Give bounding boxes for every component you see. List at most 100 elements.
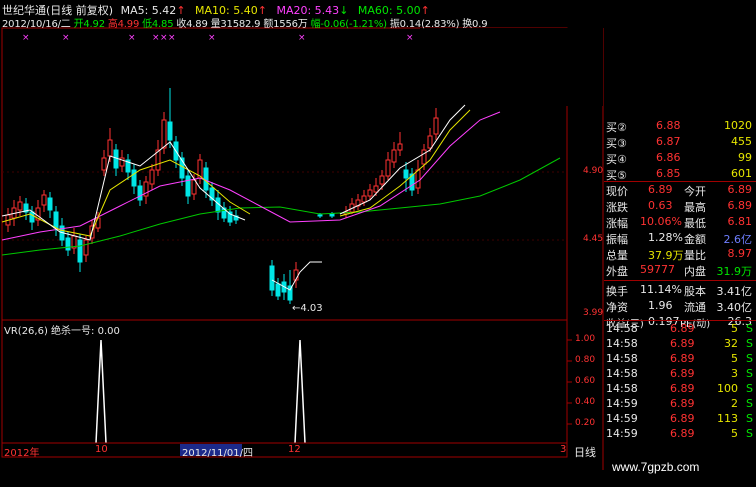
quote-label: 外盘 <box>606 265 628 278</box>
tick-time: 14:58 <box>606 382 638 395</box>
period-tab-daily[interactable]: 日线 <box>574 444 596 460</box>
quote-value: 6.81 <box>727 215 753 228</box>
quote-value: 0.63 <box>648 199 673 212</box>
tick-side: S <box>746 397 753 410</box>
bid-price: 6.86 <box>656 151 681 164</box>
tick-volume: 100 <box>717 382 738 395</box>
tick-time: 14:58 <box>606 322 638 335</box>
fundamental-label: 股本 <box>684 285 706 298</box>
candle-body <box>41 194 47 206</box>
candle-body <box>373 185 379 193</box>
candle-body <box>77 239 83 263</box>
tick-price: 6.89 <box>670 412 695 425</box>
bid-price: 6.85 <box>656 167 681 180</box>
fundamental-label: 换手 <box>606 285 628 298</box>
fundamental-row: 换手 11.14% 股本 3.41亿 <box>604 283 754 299</box>
candle-body <box>269 265 275 291</box>
signal-marker-icon: × <box>208 33 216 43</box>
tick-row: 14:58 6.89 5 S <box>604 322 756 337</box>
candle-body <box>361 195 367 203</box>
fundamental-value: 3.41亿 <box>716 285 753 298</box>
candle-body <box>131 169 137 187</box>
candle-body <box>397 143 403 151</box>
candle-body <box>203 167 209 191</box>
indicator-axis-label: 0.20 <box>575 418 596 428</box>
candle-body <box>379 175 385 185</box>
fundamental-value: 3.40亿 <box>716 301 753 314</box>
tick-volume: 3 <box>731 367 738 380</box>
ma-lines-group <box>1 104 561 291</box>
high-value: 高4.99 <box>107 19 140 30</box>
quote-label: 金额 <box>684 233 706 246</box>
quote-label: 现价 <box>606 185 628 198</box>
bid-row[interactable]: 买③ 6.87 455 <box>604 135 754 151</box>
bid-volume: 455 <box>731 135 752 148</box>
price-axis-label: 4.45 <box>583 234 604 244</box>
fundamental-label: 净资 <box>606 301 628 314</box>
quote-row: 外盘 59777 内盘 31.9万 <box>604 263 754 279</box>
quote-value: 6.89 <box>727 183 753 196</box>
quote-row: 总量 37.9万 量比 8.97 <box>604 247 754 263</box>
signal-marker-icon: × <box>62 33 70 43</box>
bid-label: 买④ <box>606 153 627 166</box>
volume-value: 量31582.9 <box>210 19 261 30</box>
candle-body <box>53 211 59 229</box>
quote-label: 振幅 <box>606 233 628 246</box>
signal-marker-icon: × <box>128 33 136 43</box>
panel-separator <box>604 320 756 321</box>
indicator-axis-label: 0.40 <box>575 397 596 407</box>
quote-label: 量比 <box>684 249 706 262</box>
bid-volume: 99 <box>738 151 752 164</box>
indicator-axis-label: 1.00 <box>575 334 596 344</box>
change-value: 幅-0.06(-1.21%) <box>310 19 387 30</box>
tick-price: 6.89 <box>670 352 695 365</box>
indicator-axis-label: 0.60 <box>575 376 596 386</box>
tick-price: 6.89 <box>670 382 695 395</box>
bid-row[interactable]: 买④ 6.86 99 <box>604 151 754 167</box>
candle-body <box>317 214 323 217</box>
fundamental-value: 1.96 <box>648 299 673 312</box>
date-cursor-label: 2012/11/01/四 <box>182 448 254 459</box>
date-axis-month: 3 <box>560 444 567 455</box>
price-axis-label: 4.90 <box>583 166 604 176</box>
indicator-title[interactable]: VR(26,6) 绝杀一号: 0.00 <box>4 322 120 337</box>
quote-value: 59777 <box>640 263 675 276</box>
quote-value: 37.9万 <box>648 249 684 262</box>
low-point-annotation: ←4.03 <box>292 303 323 314</box>
quote-label: 总量 <box>606 249 628 262</box>
indicator-ticks <box>567 339 572 425</box>
candle-body <box>427 135 433 149</box>
bid-volume: 601 <box>731 167 752 180</box>
candle-body <box>391 149 397 163</box>
tick-side: S <box>746 382 753 395</box>
tick-time: 14:58 <box>606 367 638 380</box>
tick-row: 14:58 6.89 3 S <box>604 367 756 382</box>
candle-body <box>367 189 373 197</box>
quote-label: 内盘 <box>684 265 706 278</box>
candle-body <box>421 149 427 165</box>
fundamental-row: 净资 1.96 流通 3.40亿 <box>604 299 754 315</box>
candle-body <box>113 149 119 169</box>
signal-marker-icon: × <box>168 33 176 43</box>
tick-volume: 113 <box>717 412 738 425</box>
candle-body <box>149 169 155 185</box>
close-value: 收4.89 <box>176 19 208 30</box>
bid-row[interactable]: 买② 6.88 1020 <box>604 119 754 135</box>
candle-body <box>167 121 173 141</box>
quote-label: 涨跌 <box>606 201 628 214</box>
tick-row: 14:59 6.89 2 S <box>604 397 756 412</box>
tick-row: 14:59 6.89 5 S <box>604 427 756 442</box>
tick-volume: 2 <box>731 397 738 410</box>
tick-side: S <box>746 337 753 350</box>
date-axis-year: 2012年 <box>4 448 40 459</box>
quote-value: 8.97 <box>727 247 753 260</box>
ma5-line <box>339 104 466 215</box>
candle-body <box>107 139 113 157</box>
candle-body <box>433 117 439 135</box>
signal-marker-icon: × <box>152 33 160 43</box>
bid-volume: 1020 <box>724 119 752 132</box>
candle-body <box>329 213 335 217</box>
tick-side: S <box>746 427 753 440</box>
tick-volume: 32 <box>724 337 738 350</box>
candle-body <box>65 237 71 251</box>
